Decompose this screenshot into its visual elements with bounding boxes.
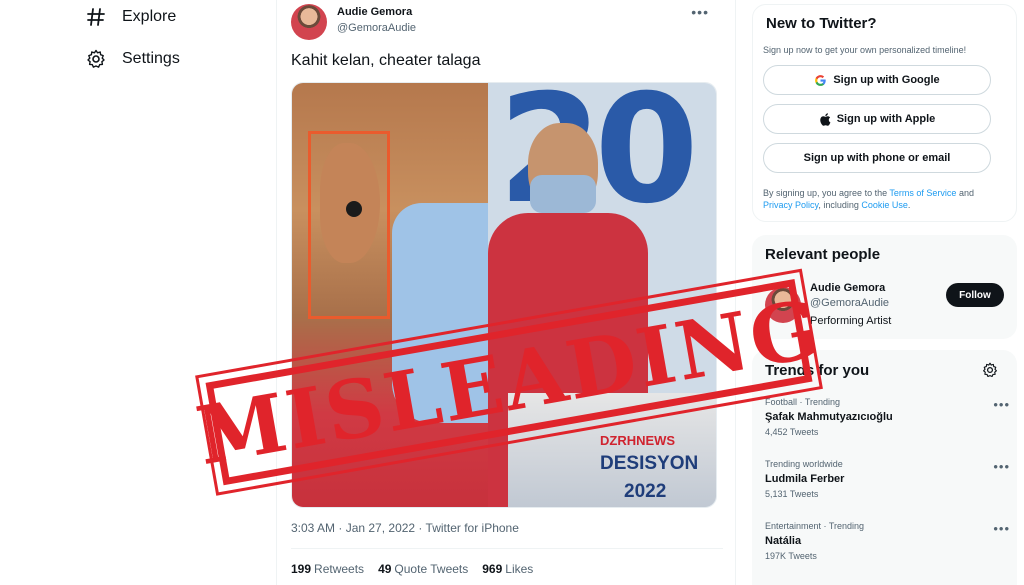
likes-count: 969	[482, 562, 503, 576]
nav-label-explore: Explore	[122, 8, 177, 25]
privacy-policy-link[interactable]: Privacy Policy	[763, 200, 818, 210]
nav-item-explore[interactable]: Explore	[80, 0, 270, 37]
follow-button[interactable]: Follow	[946, 283, 1004, 307]
tweet-timestamp[interactable]: 3:03 AM · Jan 27, 2022 · Twitter for iPh…	[291, 521, 519, 535]
relevant-handle[interactable]: @GemoraAudie	[810, 297, 889, 309]
trend-item[interactable]: Football · Trending Şafak Mahmutyazıcıoğ…	[765, 397, 1010, 457]
trend-meta: Trending worldwide	[765, 459, 843, 469]
cookie-use-link[interactable]: Cookie Use	[861, 200, 908, 210]
new-to-twitter-subtitle: Sign up now to get your own personalized…	[763, 45, 967, 55]
author-avatar[interactable]	[291, 4, 327, 40]
trend-more-icon[interactable]: •••	[993, 397, 1010, 412]
trend-item[interactable]: Trending worldwide Ludmila Ferber 5,131 …	[765, 459, 1010, 519]
hashtag-icon	[86, 7, 120, 27]
trend-count: 5,131 Tweets	[765, 489, 819, 499]
nav-item-settings[interactable]: Settings	[80, 37, 270, 81]
trends-settings-icon[interactable]	[982, 362, 998, 383]
relevant-name[interactable]: Audie Gemora	[810, 282, 885, 294]
trend-more-icon[interactable]: •••	[993, 459, 1010, 474]
media-right-speaker: 20 DZRHNEWS DESISYON 2022	[488, 83, 716, 507]
tweet-stats: 199 Retweets 49 Quote Tweets 969 Likes	[291, 562, 533, 576]
divider	[291, 548, 723, 549]
quote-tweets-stat[interactable]: 49 Quote Tweets	[378, 562, 468, 576]
trend-item[interactable]: Entertainment · Trending Natália 197K Tw…	[765, 521, 1010, 581]
speaker-mask-shape	[530, 175, 596, 213]
author-name[interactable]: Audie Gemora	[337, 6, 412, 18]
media-station-text: DZRHNEWS	[600, 433, 676, 448]
left-navigation: Explore Settings	[80, 0, 270, 81]
signup-apple-label: Sign up with Apple	[836, 113, 936, 125]
retweets-label: Retweets	[314, 562, 365, 576]
terms-text: By signing up, you agree to the Terms of…	[763, 187, 1003, 211]
author-handle[interactable]: @GemoraAudie	[337, 22, 416, 34]
trend-meta: Entertainment · Trending	[765, 521, 865, 531]
trend-name: Ludmila Ferber	[765, 473, 845, 485]
signup-google-label: Sign up with Google	[833, 74, 940, 86]
quote-tweets-label: Quote Tweets	[394, 562, 469, 576]
new-to-twitter-title: New to Twitter?	[766, 15, 877, 32]
terms-end: .	[907, 200, 911, 210]
likes-stat[interactable]: 969 Likes	[482, 562, 533, 576]
gear-icon	[86, 49, 120, 69]
highlight-box	[308, 131, 390, 319]
retweets-count: 199	[291, 562, 312, 576]
nav-label-settings: Settings	[122, 50, 180, 67]
signup-phone-label: Sign up with phone or email	[803, 152, 951, 164]
signup-google-button[interactable]: Sign up with Google	[763, 65, 991, 95]
tweet-column: Audie Gemora @GemoraAudie ••• Kahit kela…	[276, 0, 736, 585]
tweet-header: Audie Gemora @GemoraAudie •••	[291, 4, 723, 44]
likes-label: Likes	[505, 562, 534, 576]
relevant-bio: Performing Artist	[810, 315, 892, 327]
terms-and: and	[956, 188, 974, 198]
retweets-stat[interactable]: 199 Retweets	[291, 562, 364, 576]
google-icon	[814, 74, 827, 87]
media-program-text: DESISYON	[600, 453, 699, 474]
more-options-icon[interactable]: •••	[691, 4, 709, 20]
new-to-twitter-card: New to Twitter? Sign up now to get your …	[752, 4, 1017, 222]
relevant-people-title: Relevant people	[765, 246, 881, 263]
terms-of-service-link[interactable]: Terms of Service	[889, 188, 956, 198]
media-year-text: 2022	[624, 481, 667, 502]
signup-apple-button[interactable]: Sign up with Apple	[763, 104, 991, 134]
terms-prefix: By signing up, you agree to the	[763, 188, 890, 198]
trend-name: Şafak Mahmutyazıcıoğlu	[765, 411, 893, 423]
apple-icon	[819, 112, 831, 126]
signup-phone-button[interactable]: Sign up with phone or email	[763, 143, 991, 173]
terms-including: , including	[818, 200, 862, 210]
trend-count: 4,452 Tweets	[765, 427, 819, 437]
trend-meta: Football · Trending	[765, 397, 841, 407]
tweet-text: Kahit kelan, cheater talaga	[291, 52, 481, 69]
trend-more-icon[interactable]: •••	[993, 521, 1010, 536]
trends-card: Trends for you Football · Trending Şafak…	[752, 350, 1017, 585]
trend-count: 197K Tweets	[765, 551, 817, 561]
trend-name: Natália	[765, 535, 802, 547]
quote-tweets-count: 49	[378, 562, 392, 576]
